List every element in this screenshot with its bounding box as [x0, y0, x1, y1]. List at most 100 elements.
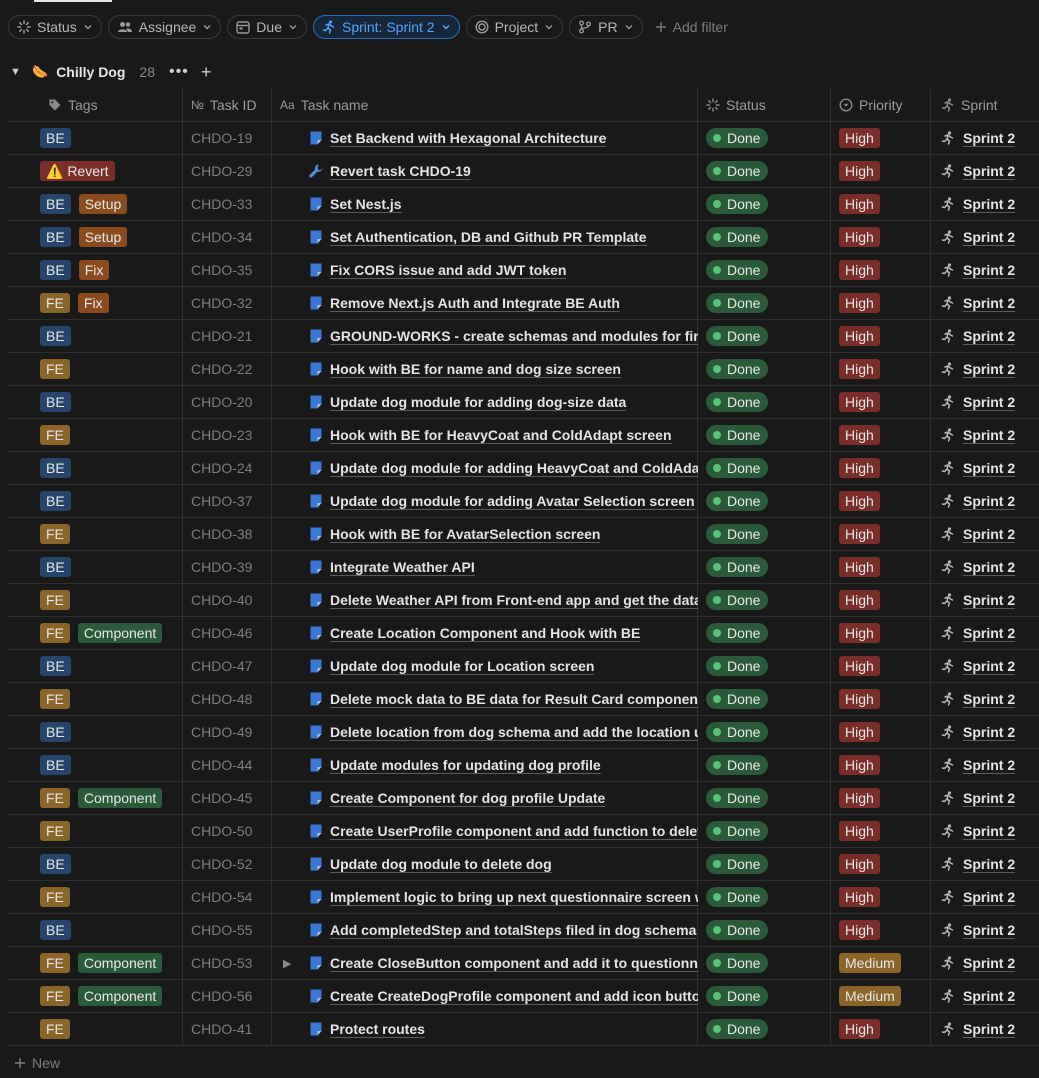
task-name-cell[interactable]: Update dog module for adding HeavyCoat a…: [308, 452, 698, 484]
priority-cell[interactable]: High: [839, 155, 880, 187]
task-name[interactable]: Update dog module for adding Avatar Sele…: [330, 493, 695, 510]
sprint-cell[interactable]: Sprint 2: [941, 122, 1016, 154]
filter-status[interactable]: Status: [8, 15, 102, 39]
priority-cell[interactable]: High: [839, 485, 880, 517]
priority-cell[interactable]: High: [839, 254, 880, 286]
sprint-cell[interactable]: Sprint 2: [941, 650, 1016, 682]
priority-cell[interactable]: High: [839, 716, 880, 748]
table-row[interactable]: BE CHDO-20 Update dog module for adding do…: [8, 386, 1039, 419]
priority-cell[interactable]: High: [839, 287, 880, 319]
table-row[interactable]: FE Component CHDO-53 ▶ Create CloseButton co…: [8, 947, 1039, 980]
status-cell[interactable]: Done: [706, 881, 769, 913]
sprint-cell[interactable]: Sprint 2: [941, 848, 1016, 880]
task-name-cell[interactable]: Create Location Component and Hook with …: [308, 617, 698, 649]
sprint-link[interactable]: Sprint 2: [963, 592, 1016, 609]
sprint-cell[interactable]: Sprint 2: [941, 716, 1016, 748]
sprint-cell[interactable]: Sprint 2: [941, 353, 1016, 385]
tags-cell[interactable]: BE Setup: [40, 188, 128, 220]
task-name-cell[interactable]: Hook with BE for AvatarSelection screen: [308, 518, 698, 550]
task-name[interactable]: Set Authentication, DB and Github PR Tem…: [330, 229, 647, 246]
sprint-cell[interactable]: Sprint 2: [941, 749, 1016, 781]
table-row[interactable]: FE Component CHDO-45 Create Component for d…: [8, 782, 1039, 815]
task-name-cell[interactable]: Hook with BE for name and dog size scree…: [308, 353, 698, 385]
tags-cell[interactable]: BE: [40, 749, 71, 781]
priority-cell[interactable]: Medium: [839, 980, 901, 1012]
sprint-cell[interactable]: Sprint 2: [941, 881, 1016, 913]
table-row[interactable]: BE CHDO-44 Update modules for updating dog…: [8, 749, 1039, 782]
task-name-cell[interactable]: Set Nest.js: [308, 188, 698, 220]
sprint-cell[interactable]: Sprint 2: [941, 584, 1016, 616]
task-name-cell[interactable]: Update modules for updating dog profile: [308, 749, 698, 781]
sprint-link[interactable]: Sprint 2: [963, 394, 1016, 411]
table-row[interactable]: BE CHDO-37 Update dog module for adding Av…: [8, 485, 1039, 518]
sprint-cell[interactable]: Sprint 2: [941, 1013, 1016, 1045]
sprint-link[interactable]: Sprint 2: [963, 988, 1016, 1005]
column-priority[interactable]: Priority: [839, 89, 903, 121]
expand-toggle-icon[interactable]: ▶: [283, 947, 291, 979]
new-row-button[interactable]: New: [14, 1054, 60, 1072]
task-name[interactable]: Integrate Weather API: [330, 559, 475, 576]
tags-cell[interactable]: FE: [40, 1013, 70, 1045]
sprint-cell[interactable]: Sprint 2: [941, 914, 1016, 946]
table-row[interactable]: BE CHDO-49 Delete location from dog schema…: [8, 716, 1039, 749]
sprint-cell[interactable]: Sprint 2: [941, 782, 1016, 814]
task-name[interactable]: Update dog module to delete dog: [330, 856, 552, 873]
task-name[interactable]: Create Location Component and Hook with …: [330, 625, 641, 642]
tags-cell[interactable]: FE: [40, 518, 70, 550]
priority-cell[interactable]: High: [839, 419, 880, 451]
task-name[interactable]: Delete location from dog schema and add …: [330, 724, 698, 741]
sprint-link[interactable]: Sprint 2: [963, 130, 1016, 147]
priority-cell[interactable]: High: [839, 452, 880, 484]
task-name[interactable]: Hook with BE for AvatarSelection screen: [330, 526, 601, 543]
status-cell[interactable]: Done: [706, 254, 769, 286]
status-cell[interactable]: Done: [706, 716, 769, 748]
sprint-link[interactable]: Sprint 2: [963, 724, 1016, 741]
sprint-link[interactable]: Sprint 2: [963, 361, 1016, 378]
tags-cell[interactable]: ⚠️ Revert: [40, 155, 115, 187]
priority-cell[interactable]: High: [839, 650, 880, 682]
task-name-cell[interactable]: Update dog module for adding dog-size da…: [308, 386, 698, 418]
status-cell[interactable]: Done: [706, 353, 769, 385]
tags-cell[interactable]: BE Setup: [40, 221, 128, 253]
sprint-cell[interactable]: Sprint 2: [941, 947, 1016, 979]
sprint-cell[interactable]: Sprint 2: [941, 419, 1016, 451]
status-cell[interactable]: Done: [706, 122, 769, 154]
sprint-link[interactable]: Sprint 2: [963, 823, 1016, 840]
tags-cell[interactable]: FE Component: [40, 617, 163, 649]
table-row[interactable]: FE CHDO-40 Delete Weather API from Front-e…: [8, 584, 1039, 617]
priority-cell[interactable]: High: [839, 848, 880, 880]
sprint-link[interactable]: Sprint 2: [963, 625, 1016, 642]
filter-project[interactable]: Project: [465, 15, 564, 39]
filter-sprint[interactable]: Sprint: Sprint 2: [312, 15, 460, 39]
priority-cell[interactable]: High: [839, 320, 880, 352]
tags-cell[interactable]: BE: [40, 716, 71, 748]
sprint-cell[interactable]: Sprint 2: [941, 485, 1016, 517]
sprint-link[interactable]: Sprint 2: [963, 1021, 1016, 1038]
priority-cell[interactable]: High: [839, 353, 880, 385]
status-cell[interactable]: Done: [706, 947, 769, 979]
task-name[interactable]: Protect routes: [330, 1021, 425, 1038]
task-name-cell[interactable]: Update dog module to delete dog: [308, 848, 698, 880]
table-row[interactable]: ⚠️ Revert CHDO-29 Revert task CHDO-19 Done H…: [8, 155, 1039, 188]
priority-cell[interactable]: High: [839, 914, 880, 946]
sprint-cell[interactable]: Sprint 2: [941, 221, 1016, 253]
column-task-name[interactable]: Aa Task name: [280, 89, 368, 121]
task-name-cell[interactable]: Fix CORS issue and add JWT token: [308, 254, 698, 286]
status-cell[interactable]: Done: [706, 320, 769, 352]
tags-cell[interactable]: BE: [40, 914, 71, 946]
priority-cell[interactable]: High: [839, 782, 880, 814]
status-cell[interactable]: Done: [706, 551, 769, 583]
sprint-link[interactable]: Sprint 2: [963, 163, 1016, 180]
task-name[interactable]: Create CreateDogProfile component and ad…: [330, 988, 698, 1005]
tags-cell[interactable]: BE: [40, 551, 71, 583]
sprint-link[interactable]: Sprint 2: [963, 526, 1016, 543]
task-name[interactable]: Fix CORS issue and add JWT token: [330, 262, 567, 279]
sprint-cell[interactable]: Sprint 2: [941, 551, 1016, 583]
column-sprint[interactable]: Sprint: [941, 89, 998, 121]
table-row[interactable]: FE Fix CHDO-32 Remove Next.js Auth and Inte…: [8, 287, 1039, 320]
task-name[interactable]: Update dog module for adding HeavyCoat a…: [330, 460, 698, 477]
status-cell[interactable]: Done: [706, 749, 769, 781]
task-name[interactable]: Delete Weather API from Front-end app an…: [330, 592, 698, 609]
task-name[interactable]: Hook with BE for name and dog size scree…: [330, 361, 621, 378]
sprint-cell[interactable]: Sprint 2: [941, 683, 1016, 715]
